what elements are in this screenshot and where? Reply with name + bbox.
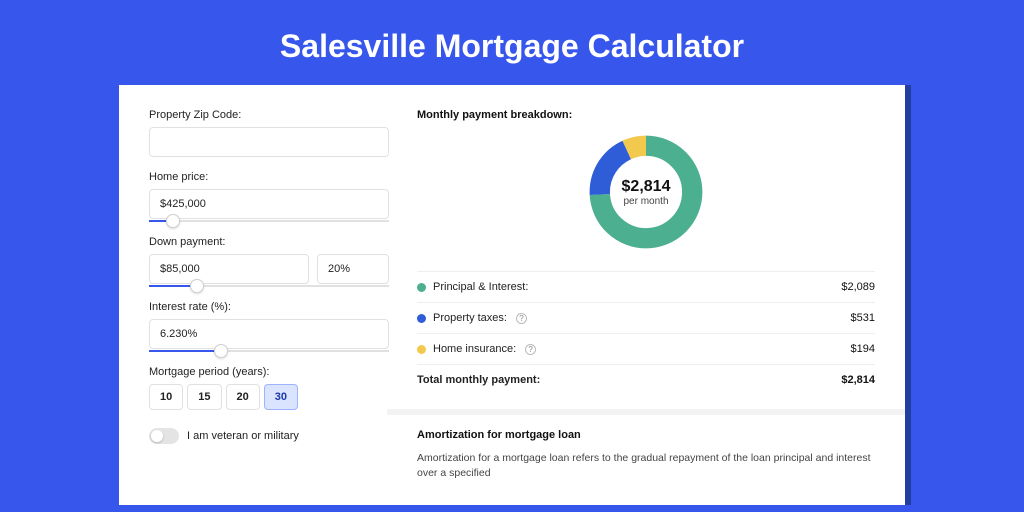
dot-principal-icon xyxy=(417,283,426,292)
help-insurance-icon[interactable]: ? xyxy=(525,344,536,355)
interest-input[interactable] xyxy=(149,319,389,349)
period-btn-20[interactable]: 20 xyxy=(226,384,260,410)
period-btn-30[interactable]: 30 xyxy=(264,384,298,410)
veteran-row: I am veteran or military xyxy=(149,428,389,444)
row-total: Total monthly payment: $2,814 xyxy=(417,364,875,395)
help-taxes-icon[interactable]: ? xyxy=(516,313,527,324)
value-total: $2,814 xyxy=(841,374,875,386)
page-title: Salesville Mortgage Calculator xyxy=(0,0,1024,85)
down-payment-pct-input[interactable] xyxy=(317,254,389,284)
dot-taxes-icon xyxy=(417,314,426,323)
period-field: Mortgage period (years): 10 15 20 30 xyxy=(149,366,389,410)
label-principal-interest: Principal & Interest: xyxy=(433,281,528,293)
zip-input[interactable] xyxy=(149,127,389,157)
home-price-label: Home price: xyxy=(149,171,389,183)
amort-heading: Amortization for mortgage loan xyxy=(417,429,875,441)
home-price-field: Home price: xyxy=(149,171,389,222)
label-property-taxes: Property taxes: xyxy=(433,312,507,324)
period-btn-15[interactable]: 15 xyxy=(187,384,221,410)
interest-label: Interest rate (%): xyxy=(149,301,389,313)
home-price-input[interactable] xyxy=(149,189,389,219)
period-btn-10[interactable]: 10 xyxy=(149,384,183,410)
donut-sub: per month xyxy=(623,196,668,207)
inputs-panel: Property Zip Code: Home price: Down paym… xyxy=(149,109,389,505)
down-payment-input[interactable] xyxy=(149,254,309,284)
veteran-label: I am veteran or military xyxy=(187,430,299,442)
zip-label: Property Zip Code: xyxy=(149,109,389,121)
interest-slider-thumb[interactable] xyxy=(214,344,228,358)
row-property-taxes: Property taxes: ? $531 xyxy=(417,302,875,333)
down-payment-label: Down payment: xyxy=(149,236,389,248)
label-home-insurance: Home insurance: xyxy=(433,343,516,355)
down-payment-slider[interactable] xyxy=(149,285,389,287)
home-price-slider[interactable] xyxy=(149,220,389,222)
value-home-insurance: $194 xyxy=(851,343,875,355)
interest-slider[interactable] xyxy=(149,350,389,352)
calculator-card: Property Zip Code: Home price: Down paym… xyxy=(119,85,905,505)
down-payment-field: Down payment: xyxy=(149,236,389,287)
amort-text: Amortization for a mortgage loan refers … xyxy=(417,451,875,481)
value-principal-interest: $2,089 xyxy=(841,281,875,293)
donut-center: $2,814 per month xyxy=(585,131,707,253)
amortization-section: Amortization for mortgage loan Amortizat… xyxy=(387,409,905,481)
interest-field: Interest rate (%): xyxy=(149,301,389,352)
down-payment-slider-thumb[interactable] xyxy=(190,279,204,293)
label-total: Total monthly payment: xyxy=(417,374,540,386)
period-buttons: 10 15 20 30 xyxy=(149,384,389,410)
row-home-insurance: Home insurance: ? $194 xyxy=(417,333,875,364)
interest-slider-fill xyxy=(149,350,221,352)
veteran-toggle[interactable] xyxy=(149,428,179,444)
dot-insurance-icon xyxy=(417,345,426,354)
home-price-slider-thumb[interactable] xyxy=(166,214,180,228)
breakdown-panel: Monthly payment breakdown: $2,814 per mo… xyxy=(417,109,875,505)
period-label: Mortgage period (years): xyxy=(149,366,389,378)
donut-chart: $2,814 per month xyxy=(417,131,875,253)
zip-field: Property Zip Code: xyxy=(149,109,389,157)
row-principal-interest: Principal & Interest: $2,089 xyxy=(417,271,875,302)
value-property-taxes: $531 xyxy=(851,312,875,324)
donut-total: $2,814 xyxy=(622,178,671,196)
breakdown-heading: Monthly payment breakdown: xyxy=(417,109,875,121)
